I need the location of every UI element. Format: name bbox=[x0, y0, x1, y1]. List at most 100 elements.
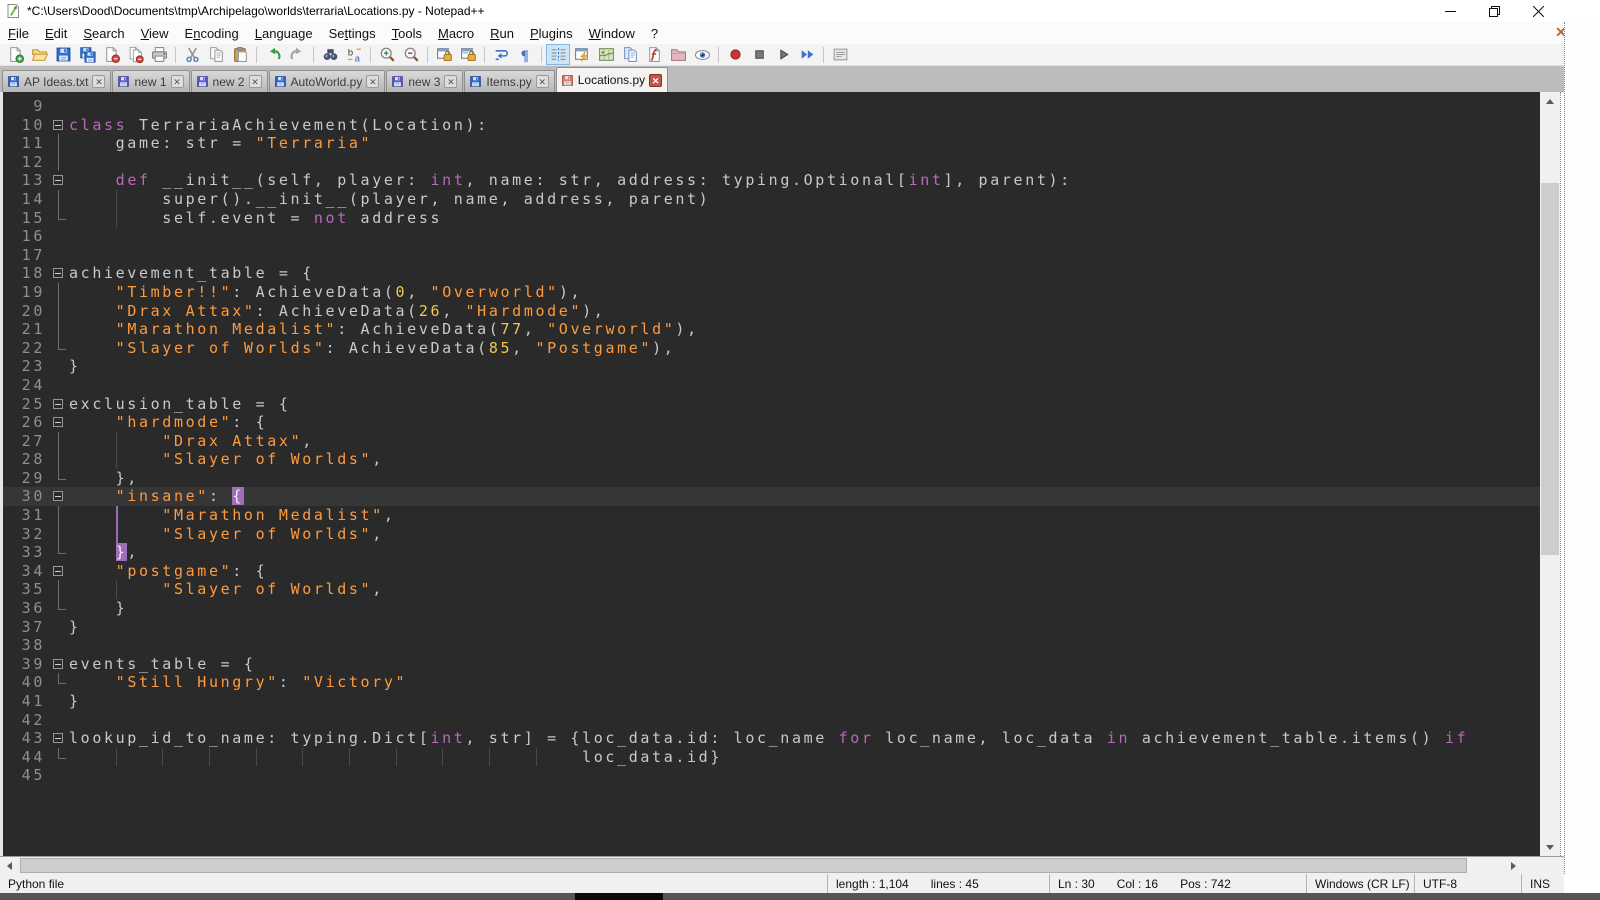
bookmark-margin[interactable] bbox=[3, 655, 11, 674]
menu-window[interactable]: Window bbox=[581, 24, 643, 43]
horizontal-scrollbar[interactable] bbox=[0, 856, 1564, 874]
tab-close-icon[interactable]: ✕ bbox=[249, 75, 262, 88]
document-list-icon[interactable] bbox=[618, 44, 642, 65]
tab-items-py[interactable]: Items.py✕ bbox=[464, 70, 554, 92]
vertical-scrollbar[interactable] bbox=[1540, 92, 1560, 856]
bookmark-margin[interactable] bbox=[3, 395, 11, 414]
sync-vertical-icon[interactable] bbox=[432, 44, 456, 65]
tab-ap-ideas-txt[interactable]: AP Ideas.txt✕ bbox=[2, 70, 111, 92]
bookmark-margin[interactable] bbox=[3, 246, 11, 265]
bookmark-margin[interactable] bbox=[3, 618, 11, 637]
bookmark-margin[interactable] bbox=[3, 320, 11, 339]
redo-icon[interactable] bbox=[285, 44, 309, 65]
bookmark-margin[interactable] bbox=[3, 376, 11, 395]
fold-collapse-icon[interactable] bbox=[51, 171, 69, 190]
cut-icon[interactable] bbox=[180, 44, 204, 65]
zoom-in-icon[interactable] bbox=[375, 44, 399, 65]
menu-settings[interactable]: Settings bbox=[321, 24, 384, 43]
bookmark-margin[interactable] bbox=[3, 450, 11, 469]
bookmark-margin[interactable] bbox=[3, 357, 11, 376]
macro-run-multiple-icon[interactable] bbox=[795, 44, 819, 65]
bookmark-margin[interactable] bbox=[3, 766, 11, 785]
bookmark-margin[interactable] bbox=[3, 562, 11, 581]
minimize-icon[interactable] bbox=[1428, 0, 1472, 22]
tab-close-icon[interactable]: ✕ bbox=[649, 74, 662, 87]
close-icon[interactable] bbox=[1516, 0, 1560, 22]
run-lightning-icon[interactable] bbox=[570, 44, 594, 65]
print-icon[interactable] bbox=[147, 44, 171, 65]
paste-icon[interactable] bbox=[228, 44, 252, 65]
undo-icon[interactable] bbox=[261, 44, 285, 65]
macro-record-icon[interactable] bbox=[723, 44, 747, 65]
bookmark-margin[interactable] bbox=[3, 302, 11, 321]
insert-mode-label[interactable]: INS bbox=[1530, 877, 1550, 891]
menu-encoding[interactable]: Encoding bbox=[177, 24, 247, 43]
scroll-right-icon[interactable] bbox=[1504, 857, 1522, 874]
document-map-icon[interactable] bbox=[594, 44, 618, 65]
scroll-down-icon[interactable] bbox=[1540, 838, 1560, 856]
folder-workspace-icon[interactable] bbox=[666, 44, 690, 65]
fold-collapse-icon[interactable] bbox=[51, 655, 69, 674]
copy-icon[interactable] bbox=[204, 44, 228, 65]
tab-new-1[interactable]: new 1✕ bbox=[112, 70, 189, 92]
menu-macro[interactable]: Macro bbox=[430, 24, 482, 43]
encoding-label[interactable]: UTF-8 bbox=[1423, 877, 1457, 891]
fold-collapse-icon[interactable] bbox=[51, 116, 69, 135]
bookmark-margin[interactable] bbox=[3, 283, 11, 302]
bookmark-margin[interactable] bbox=[3, 413, 11, 432]
menu-plugins[interactable]: Plugins bbox=[522, 24, 581, 43]
bookmark-margin[interactable] bbox=[3, 487, 11, 506]
indent-guide-icon[interactable] bbox=[546, 44, 570, 65]
bookmark-margin[interactable] bbox=[3, 729, 11, 748]
bookmark-margin[interactable] bbox=[3, 580, 11, 599]
bookmark-margin[interactable] bbox=[3, 134, 11, 153]
zoom-out-icon[interactable] bbox=[399, 44, 423, 65]
menu-view[interactable]: View bbox=[133, 24, 177, 43]
bookmark-margin[interactable] bbox=[3, 506, 11, 525]
fold-collapse-icon[interactable] bbox=[51, 395, 69, 414]
close-all-icon[interactable] bbox=[123, 44, 147, 65]
replace-icon[interactable]: ba bbox=[342, 44, 366, 65]
bookmark-margin[interactable] bbox=[3, 432, 11, 451]
code-editor[interactable]: 910class TerrariaAchievement(Location):1… bbox=[3, 92, 1540, 856]
bookmark-margin[interactable] bbox=[3, 543, 11, 562]
eol-format-label[interactable]: Windows (CR LF) bbox=[1315, 877, 1410, 891]
macro-play-icon[interactable] bbox=[771, 44, 795, 65]
restore-icon[interactable] bbox=[1472, 0, 1516, 22]
tab-close-icon[interactable]: ✕ bbox=[171, 75, 184, 88]
bookmark-margin[interactable] bbox=[3, 116, 11, 135]
macro-save-icon[interactable] bbox=[828, 44, 852, 65]
open-file-icon[interactable] bbox=[27, 44, 51, 65]
tab-new-3[interactable]: new 3✕ bbox=[386, 70, 463, 92]
save-icon[interactable] bbox=[51, 44, 75, 65]
menu-run[interactable]: Run bbox=[482, 24, 522, 43]
bookmark-margin[interactable] bbox=[3, 711, 11, 730]
bookmark-margin[interactable] bbox=[3, 748, 11, 767]
bookmark-margin[interactable] bbox=[3, 171, 11, 190]
macro-stop-icon[interactable] bbox=[747, 44, 771, 65]
show-all-chars-icon[interactable]: ¶ bbox=[513, 44, 537, 65]
scroll-left-icon[interactable] bbox=[0, 857, 18, 874]
function-list-icon[interactable] bbox=[642, 44, 666, 65]
vertical-scrollbar-thumb[interactable] bbox=[1541, 183, 1559, 555]
bookmark-margin[interactable] bbox=[3, 209, 11, 228]
bookmark-margin[interactable] bbox=[3, 339, 11, 358]
bookmark-margin[interactable] bbox=[3, 673, 11, 692]
scroll-up-icon[interactable] bbox=[1540, 92, 1560, 110]
tab-new-2[interactable]: new 2✕ bbox=[191, 70, 268, 92]
save-all-icon[interactable] bbox=[75, 44, 99, 65]
tab-close-icon[interactable]: ✕ bbox=[366, 75, 379, 88]
bookmark-margin[interactable] bbox=[3, 692, 11, 711]
menu-tools[interactable]: Tools bbox=[384, 24, 430, 43]
menu-file[interactable]: File bbox=[0, 24, 37, 43]
fold-collapse-icon[interactable] bbox=[51, 264, 69, 283]
bookmark-margin[interactable] bbox=[3, 469, 11, 488]
fold-collapse-icon[interactable] bbox=[51, 729, 69, 748]
tab-close-icon[interactable]: ✕ bbox=[92, 75, 105, 88]
bookmark-margin[interactable] bbox=[3, 227, 11, 246]
menu-search[interactable]: Search bbox=[75, 24, 132, 43]
bookmark-margin[interactable] bbox=[3, 636, 11, 655]
find-icon[interactable] bbox=[318, 44, 342, 65]
monitoring-eye-icon[interactable] bbox=[690, 44, 714, 65]
fold-collapse-icon[interactable] bbox=[51, 562, 69, 581]
